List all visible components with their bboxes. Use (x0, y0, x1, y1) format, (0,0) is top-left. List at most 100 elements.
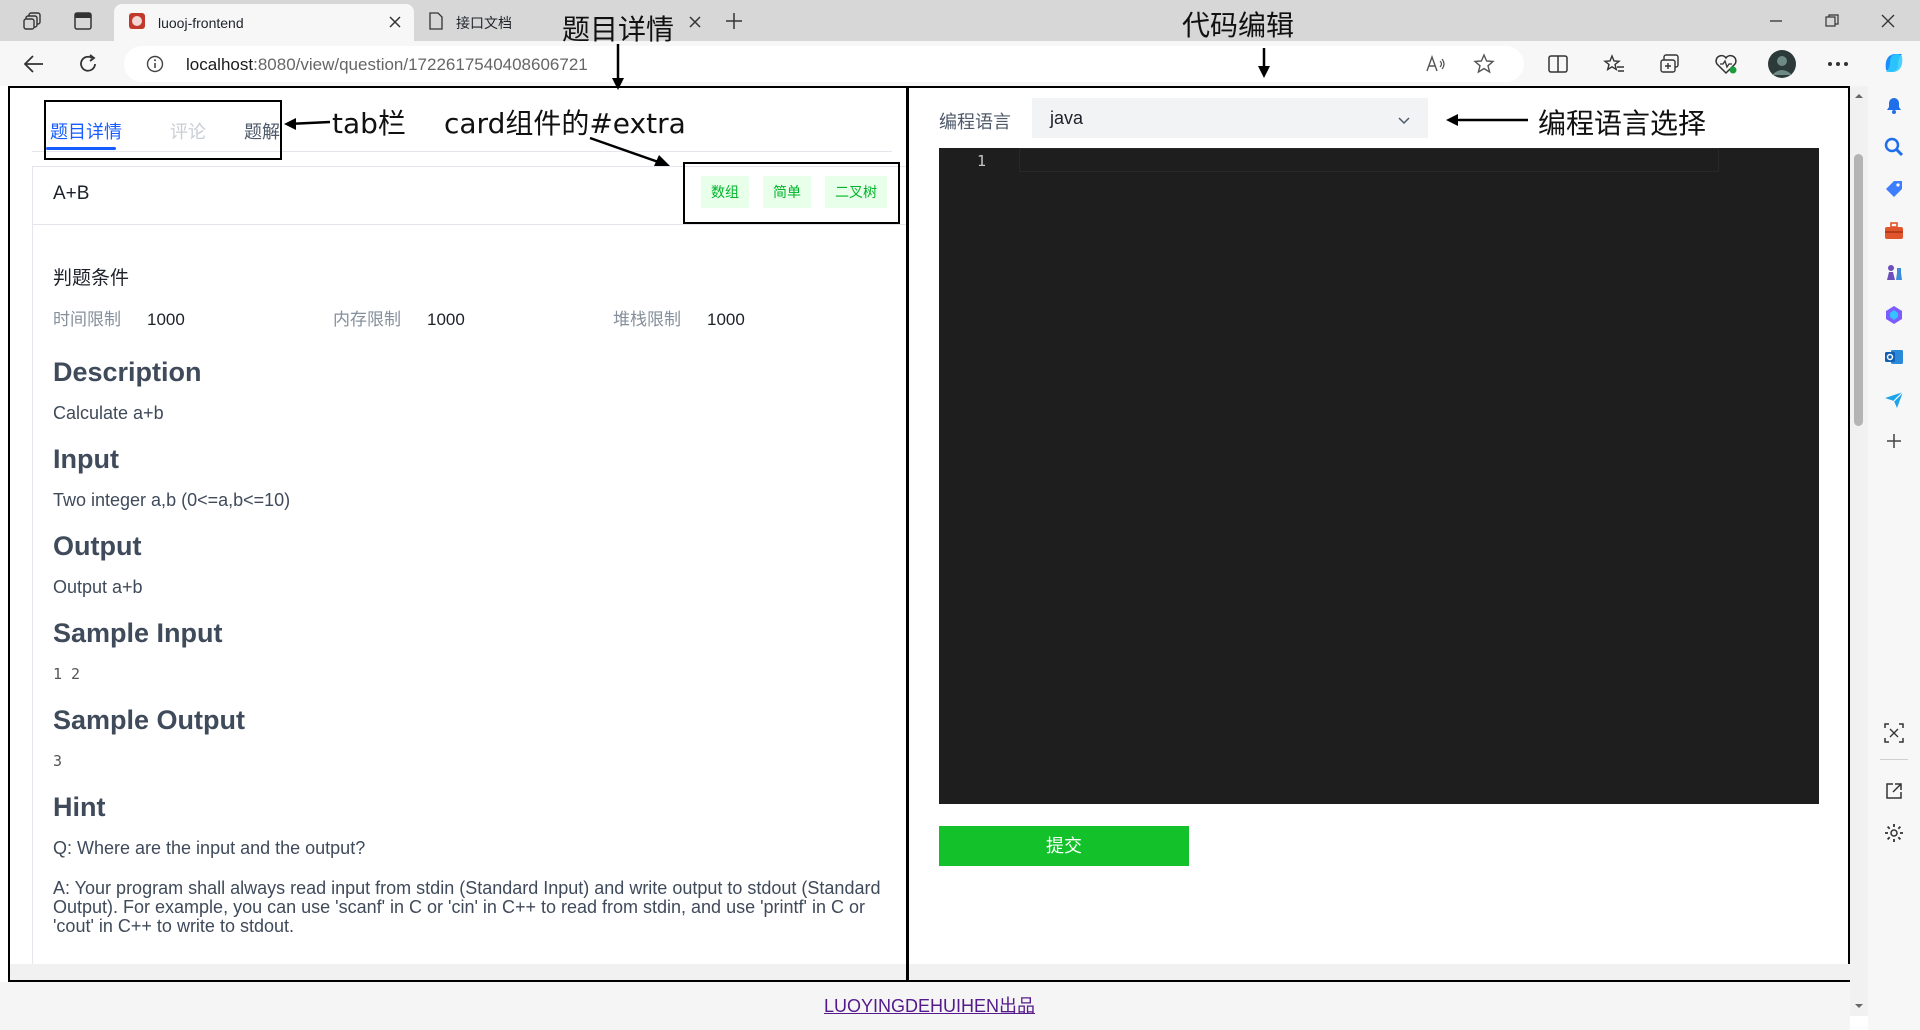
annotation-question-detail: 题目详情 (562, 13, 675, 46)
browser-essentials-icon[interactable] (1708, 47, 1744, 81)
page-footer: LUOYINGDEHUIHEN出品 (0, 982, 1850, 1030)
minimize-icon[interactable] (1750, 6, 1802, 36)
question-detail-panel: 题目详情 评论 题解 A+B 数组 简单 二叉树 判题条件 时间限制 1000 内… (8, 86, 908, 982)
screenshot-icon[interactable] (1878, 717, 1910, 749)
tag-array: 数组 (701, 176, 749, 208)
active-tab-indicator (46, 147, 116, 150)
judge-config-title: 判题条件 (53, 268, 130, 289)
tab-solutions[interactable]: 题解 (244, 118, 280, 144)
refresh-icon[interactable] (70, 47, 106, 81)
drop-send-icon[interactable] (1878, 383, 1910, 415)
open-external-icon[interactable] (1878, 775, 1910, 807)
notification-bell-icon[interactable] (1878, 89, 1910, 121)
restore-icon[interactable] (1806, 6, 1858, 36)
vertical-tabs-icon[interactable] (66, 6, 100, 36)
scroll-down-arrow-icon[interactable] (1853, 1000, 1865, 1012)
submit-button[interactable]: 提交 (939, 826, 1189, 866)
annotation-tab-bar: tab栏 (332, 107, 406, 140)
sample-input-heading: Sample Input (53, 618, 223, 648)
input-heading: Input (53, 444, 119, 474)
settings-gear-icon[interactable] (1878, 817, 1910, 849)
time-limit-value: 1000 (147, 310, 185, 329)
annotation-card-extra: card组件的#extra (444, 107, 686, 140)
sample-output-text: 3 (53, 752, 63, 770)
stack-limit-label: 堆栈限制 (613, 310, 681, 329)
judge-time-limit: 时间限制 1000 (53, 305, 185, 330)
close-tab-icon[interactable] (388, 15, 402, 32)
url-text[interactable]: localhost:8080/view/question/17226175404… (186, 55, 588, 75)
read-aloud-icon[interactable] (1420, 49, 1452, 79)
browser-sidebar (1868, 41, 1920, 1030)
memory-limit-label: 内存限制 (333, 310, 401, 329)
browser-tab-active[interactable]: luooj-frontend (114, 4, 414, 41)
sidebar-divider (1880, 759, 1908, 760)
line-number: 1 (977, 152, 987, 170)
add-sidebar-app-icon[interactable] (1878, 425, 1910, 457)
judge-memory-limit: 内存限制 1000 (333, 305, 465, 330)
tag-binary-tree: 二叉树 (825, 176, 887, 208)
scroll-up-arrow-icon[interactable] (1853, 90, 1865, 102)
card-extra-highlight-box: 数组 简单 二叉树 (683, 162, 900, 224)
outlook-icon[interactable] (1878, 341, 1910, 373)
workspaces-icon[interactable] (16, 6, 50, 36)
shopping-tag-icon[interactable] (1878, 173, 1910, 205)
address-bar[interactable]: localhost:8080/view/question/17226175404… (124, 46, 1524, 82)
search-icon[interactable] (1878, 131, 1910, 163)
right-horizontal-scrollbar[interactable] (909, 964, 1850, 980)
close-window-icon[interactable] (1862, 6, 1914, 36)
favorites-icon[interactable] (1596, 47, 1632, 81)
code-editor[interactable]: 1 (939, 148, 1819, 804)
tab-question-detail[interactable]: 题目详情 (50, 118, 122, 144)
current-line-highlight (1019, 148, 1719, 172)
scrollbar-thumb[interactable] (1854, 154, 1863, 426)
time-limit-label: 时间限制 (53, 310, 121, 329)
page-vertical-scrollbar[interactable] (1850, 86, 1868, 1016)
tools-briefcase-icon[interactable] (1878, 215, 1910, 247)
annotation-code-editor: 代码编辑 (1182, 9, 1295, 42)
memory-limit-value: 1000 (427, 310, 465, 329)
input-text: Two integer a,b (0<=a,b<=10) (53, 490, 291, 510)
browser-toolbar: localhost:8080/view/question/17226175404… (0, 41, 1920, 86)
chevron-down-icon (1398, 112, 1410, 130)
output-heading: Output (53, 531, 142, 561)
card-header: A+B 数组 简单 二叉树 (33, 162, 908, 225)
tab-title: luooj-frontend (158, 14, 244, 31)
code-editor-panel: 编程语言 java 1 提交 (909, 86, 1850, 982)
sample-input-text: 1 2 (53, 665, 81, 683)
description-text: Calculate a+b (53, 403, 164, 423)
stack-limit-value: 1000 (707, 310, 745, 329)
hint-answer: A: Your program shall always read input … (53, 878, 881, 936)
language-select[interactable]: java (1032, 98, 1428, 138)
screen: luooj-frontend 接口文档 localhost:8080/view/… (0, 0, 1920, 1030)
split-screen-icon[interactable] (1540, 47, 1576, 81)
profile-avatar[interactable] (1764, 47, 1800, 81)
hint-heading: Hint (53, 792, 106, 822)
question-card: A+B 数组 简单 二叉树 判题条件 时间限制 1000 内存限制 1000 堆栈限… (32, 162, 908, 980)
new-tab-icon[interactable] (718, 6, 750, 36)
language-label: 编程语言 (939, 112, 1011, 132)
more-options-icon[interactable] (1820, 47, 1856, 81)
copilot-icon[interactable] (1878, 47, 1910, 79)
url-path: :8080/view/question/1722617540408606721 (253, 55, 588, 74)
site-favicon-icon (128, 12, 146, 33)
document-icon (428, 12, 444, 33)
output-text: Output a+b (53, 577, 143, 597)
language-select-value: java (1050, 108, 1084, 128)
games-chess-icon[interactable] (1878, 257, 1910, 289)
favorite-star-icon[interactable] (1468, 49, 1500, 79)
back-arrow-icon[interactable] (16, 47, 52, 81)
annotation-language-select: 编程语言选择 (1538, 107, 1707, 140)
hint-question: Q: Where are the input and the output? (53, 838, 366, 858)
close-tab-icon[interactable] (688, 15, 702, 32)
microsoft-365-icon[interactable] (1878, 299, 1910, 331)
collections-icon[interactable] (1652, 47, 1688, 81)
url-host: localhost (186, 55, 254, 74)
tag-easy: 简单 (763, 176, 811, 208)
tab-comments[interactable]: 评论 (170, 118, 206, 144)
site-info-icon[interactable] (146, 55, 164, 78)
sample-output-heading: Sample Output (53, 705, 246, 735)
browser-tabstrip: luooj-frontend 接口文档 (0, 0, 1920, 41)
question-content: Description Calculate a+b Input Two inte… (53, 357, 903, 956)
footer-link[interactable]: LUOYINGDEHUIHEN出品 (824, 992, 1035, 1018)
left-horizontal-scrollbar[interactable] (10, 964, 906, 980)
